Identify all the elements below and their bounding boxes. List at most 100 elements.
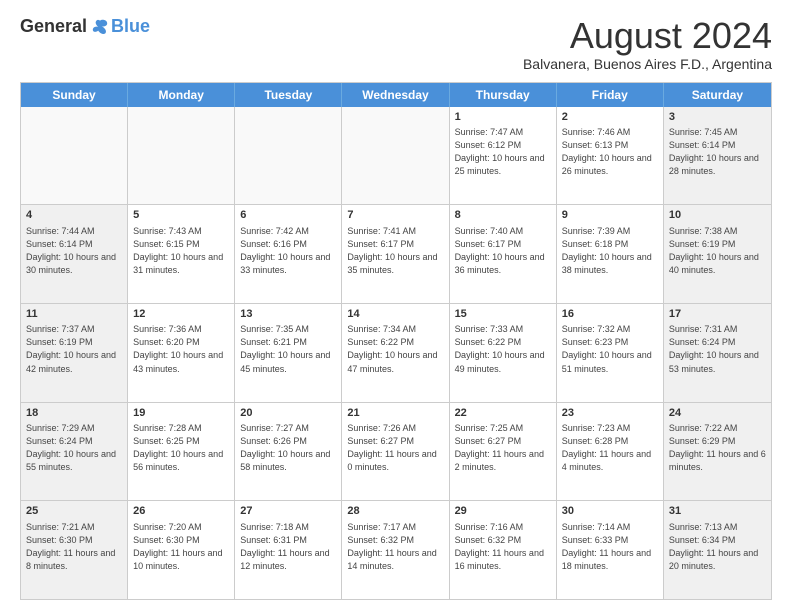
calendar-row-4: 18Sunrise: 7:29 AM Sunset: 6:24 PM Dayli… <box>21 403 771 502</box>
calendar-row-2: 4 Sunrise: 7:44 AM Sunset: 6:14 PM Daylig… <box>21 205 771 304</box>
day-info: Sunrise: 7:46 AM Sunset: 6:13 PM Dayligh… <box>562 126 658 178</box>
day-info: Sunrise: 7:37 AM Sunset: 6:19 PM Dayligh… <box>26 323 122 375</box>
day-number: 3 <box>669 110 766 125</box>
calendar-header-row: SundayMondayTuesdayWednesdayThursdayFrid… <box>21 83 771 107</box>
cal-day-31: 31Sunrise: 7:13 AM Sunset: 6:34 PM Dayli… <box>664 501 771 599</box>
cal-empty-cell <box>21 107 128 205</box>
day-info: Sunrise: 7:23 AM Sunset: 6:28 PM Dayligh… <box>562 422 658 474</box>
cal-day-12: 12Sunrise: 7:36 AM Sunset: 6:20 PM Dayli… <box>128 304 235 402</box>
day-number: 4 <box>26 208 122 223</box>
calendar-row-1: 1Sunrise: 7:47 AM Sunset: 6:12 PM Daylig… <box>21 107 771 206</box>
day-info: Sunrise: 7:21 AM Sunset: 6:30 PM Dayligh… <box>26 521 122 573</box>
cal-header-tuesday: Tuesday <box>235 83 342 107</box>
day-info: Sunrise: 7:31 AM Sunset: 6:24 PM Dayligh… <box>669 323 766 375</box>
cal-day-22: 22Sunrise: 7:25 AM Sunset: 6:27 PM Dayli… <box>450 403 557 501</box>
cal-day-8: 8 Sunrise: 7:40 AM Sunset: 6:17 PM Daylig… <box>450 205 557 303</box>
cal-day-28: 28 Sunrise: 7:17 AM Sunset: 6:32 PM Dayli… <box>342 501 449 599</box>
cal-day-27: 27 Sunrise: 7:18 AM Sunset: 6:31 PM Dayli… <box>235 501 342 599</box>
logo: General Blue <box>20 16 150 37</box>
cal-day-5: 5 Sunrise: 7:43 AM Sunset: 6:15 PM Daylig… <box>128 205 235 303</box>
day-number: 19 <box>133 406 229 421</box>
cal-empty-cell <box>235 107 342 205</box>
day-info: Sunrise: 7:33 AM Sunset: 6:22 PM Dayligh… <box>455 323 551 375</box>
calendar: SundayMondayTuesdayWednesdayThursdayFrid… <box>20 82 772 600</box>
day-number: 8 <box>455 208 551 223</box>
day-number: 30 <box>562 504 658 519</box>
day-number: 27 <box>240 504 336 519</box>
day-number: 17 <box>669 307 766 322</box>
cal-day-10: 10Sunrise: 7:38 AM Sunset: 6:19 PM Dayli… <box>664 205 771 303</box>
day-info: Sunrise: 7:40 AM Sunset: 6:17 PM Dayligh… <box>455 225 551 277</box>
day-number: 15 <box>455 307 551 322</box>
cal-day-2: 2Sunrise: 7:46 AM Sunset: 6:13 PM Daylig… <box>557 107 664 205</box>
day-number: 10 <box>669 208 766 223</box>
cal-day-1: 1Sunrise: 7:47 AM Sunset: 6:12 PM Daylig… <box>450 107 557 205</box>
day-number: 21 <box>347 406 443 421</box>
day-info: Sunrise: 7:22 AM Sunset: 6:29 PM Dayligh… <box>669 422 766 474</box>
day-info: Sunrise: 7:14 AM Sunset: 6:33 PM Dayligh… <box>562 521 658 573</box>
cal-day-24: 24Sunrise: 7:22 AM Sunset: 6:29 PM Dayli… <box>664 403 771 501</box>
day-info: Sunrise: 7:18 AM Sunset: 6:31 PM Dayligh… <box>240 521 336 573</box>
day-number: 24 <box>669 406 766 421</box>
day-number: 16 <box>562 307 658 322</box>
day-info: Sunrise: 7:32 AM Sunset: 6:23 PM Dayligh… <box>562 323 658 375</box>
logo-blue-text: Blue <box>111 16 150 37</box>
cal-header-monday: Monday <box>128 83 235 107</box>
cal-day-9: 9Sunrise: 7:39 AM Sunset: 6:18 PM Daylig… <box>557 205 664 303</box>
day-number: 29 <box>455 504 551 519</box>
day-number: 12 <box>133 307 229 322</box>
cal-day-20: 20Sunrise: 7:27 AM Sunset: 6:26 PM Dayli… <box>235 403 342 501</box>
day-info: Sunrise: 7:45 AM Sunset: 6:14 PM Dayligh… <box>669 126 766 178</box>
day-info: Sunrise: 7:27 AM Sunset: 6:26 PM Dayligh… <box>240 422 336 474</box>
cal-day-21: 21Sunrise: 7:26 AM Sunset: 6:27 PM Dayli… <box>342 403 449 501</box>
calendar-row-5: 25Sunrise: 7:21 AM Sunset: 6:30 PM Dayli… <box>21 501 771 599</box>
cal-header-wednesday: Wednesday <box>342 83 449 107</box>
logo-general-text: General <box>20 16 87 37</box>
cal-day-29: 29 Sunrise: 7:16 AM Sunset: 6:32 PM Dayli… <box>450 501 557 599</box>
day-info: Sunrise: 7:34 AM Sunset: 6:22 PM Dayligh… <box>347 323 443 375</box>
calendar-row-3: 11Sunrise: 7:37 AM Sunset: 6:19 PM Dayli… <box>21 304 771 403</box>
day-number: 18 <box>26 406 122 421</box>
cal-day-23: 23Sunrise: 7:23 AM Sunset: 6:28 PM Dayli… <box>557 403 664 501</box>
day-info: Sunrise: 7:28 AM Sunset: 6:25 PM Dayligh… <box>133 422 229 474</box>
day-info: Sunrise: 7:17 AM Sunset: 6:32 PM Dayligh… <box>347 521 443 573</box>
day-info: Sunrise: 7:39 AM Sunset: 6:18 PM Dayligh… <box>562 225 658 277</box>
day-number: 6 <box>240 208 336 223</box>
day-number: 23 <box>562 406 658 421</box>
cal-day-17: 17Sunrise: 7:31 AM Sunset: 6:24 PM Dayli… <box>664 304 771 402</box>
cal-day-7: 7Sunrise: 7:41 AM Sunset: 6:17 PM Daylig… <box>342 205 449 303</box>
title-block: August 2024 Balvanera, Buenos Aires F.D.… <box>523 16 772 72</box>
cal-empty-cell <box>342 107 449 205</box>
cal-day-4: 4 Sunrise: 7:44 AM Sunset: 6:14 PM Daylig… <box>21 205 128 303</box>
day-info: Sunrise: 7:41 AM Sunset: 6:17 PM Dayligh… <box>347 225 443 277</box>
cal-day-16: 16Sunrise: 7:32 AM Sunset: 6:23 PM Dayli… <box>557 304 664 402</box>
day-info: Sunrise: 7:20 AM Sunset: 6:30 PM Dayligh… <box>133 521 229 573</box>
cal-day-30: 30 Sunrise: 7:14 AM Sunset: 6:33 PM Dayli… <box>557 501 664 599</box>
day-info: Sunrise: 7:47 AM Sunset: 6:12 PM Dayligh… <box>455 126 551 178</box>
day-info: Sunrise: 7:43 AM Sunset: 6:15 PM Dayligh… <box>133 225 229 277</box>
cal-header-saturday: Saturday <box>664 83 771 107</box>
day-number: 28 <box>347 504 443 519</box>
cal-day-13: 13Sunrise: 7:35 AM Sunset: 6:21 PM Dayli… <box>235 304 342 402</box>
day-info: Sunrise: 7:36 AM Sunset: 6:20 PM Dayligh… <box>133 323 229 375</box>
day-info: Sunrise: 7:16 AM Sunset: 6:32 PM Dayligh… <box>455 521 551 573</box>
cal-header-friday: Friday <box>557 83 664 107</box>
cal-day-3: 3Sunrise: 7:45 AM Sunset: 6:14 PM Daylig… <box>664 107 771 205</box>
day-number: 26 <box>133 504 229 519</box>
day-number: 5 <box>133 208 229 223</box>
logo-bird-icon <box>91 18 109 36</box>
cal-day-14: 14Sunrise: 7:34 AM Sunset: 6:22 PM Dayli… <box>342 304 449 402</box>
cal-day-18: 18Sunrise: 7:29 AM Sunset: 6:24 PM Dayli… <box>21 403 128 501</box>
location-subtitle: Balvanera, Buenos Aires F.D., Argentina <box>523 56 772 72</box>
day-info: Sunrise: 7:29 AM Sunset: 6:24 PM Dayligh… <box>26 422 122 474</box>
cal-header-thursday: Thursday <box>450 83 557 107</box>
cal-day-26: 26 Sunrise: 7:20 AM Sunset: 6:30 PM Dayli… <box>128 501 235 599</box>
page: General Blue August 2024 Balvanera, Buen… <box>0 0 792 612</box>
day-number: 1 <box>455 110 551 125</box>
day-info: Sunrise: 7:44 AM Sunset: 6:14 PM Dayligh… <box>26 225 122 277</box>
day-number: 20 <box>240 406 336 421</box>
day-info: Sunrise: 7:13 AM Sunset: 6:34 PM Dayligh… <box>669 521 766 573</box>
cal-header-sunday: Sunday <box>21 83 128 107</box>
month-title: August 2024 <box>523 16 772 56</box>
day-number: 2 <box>562 110 658 125</box>
